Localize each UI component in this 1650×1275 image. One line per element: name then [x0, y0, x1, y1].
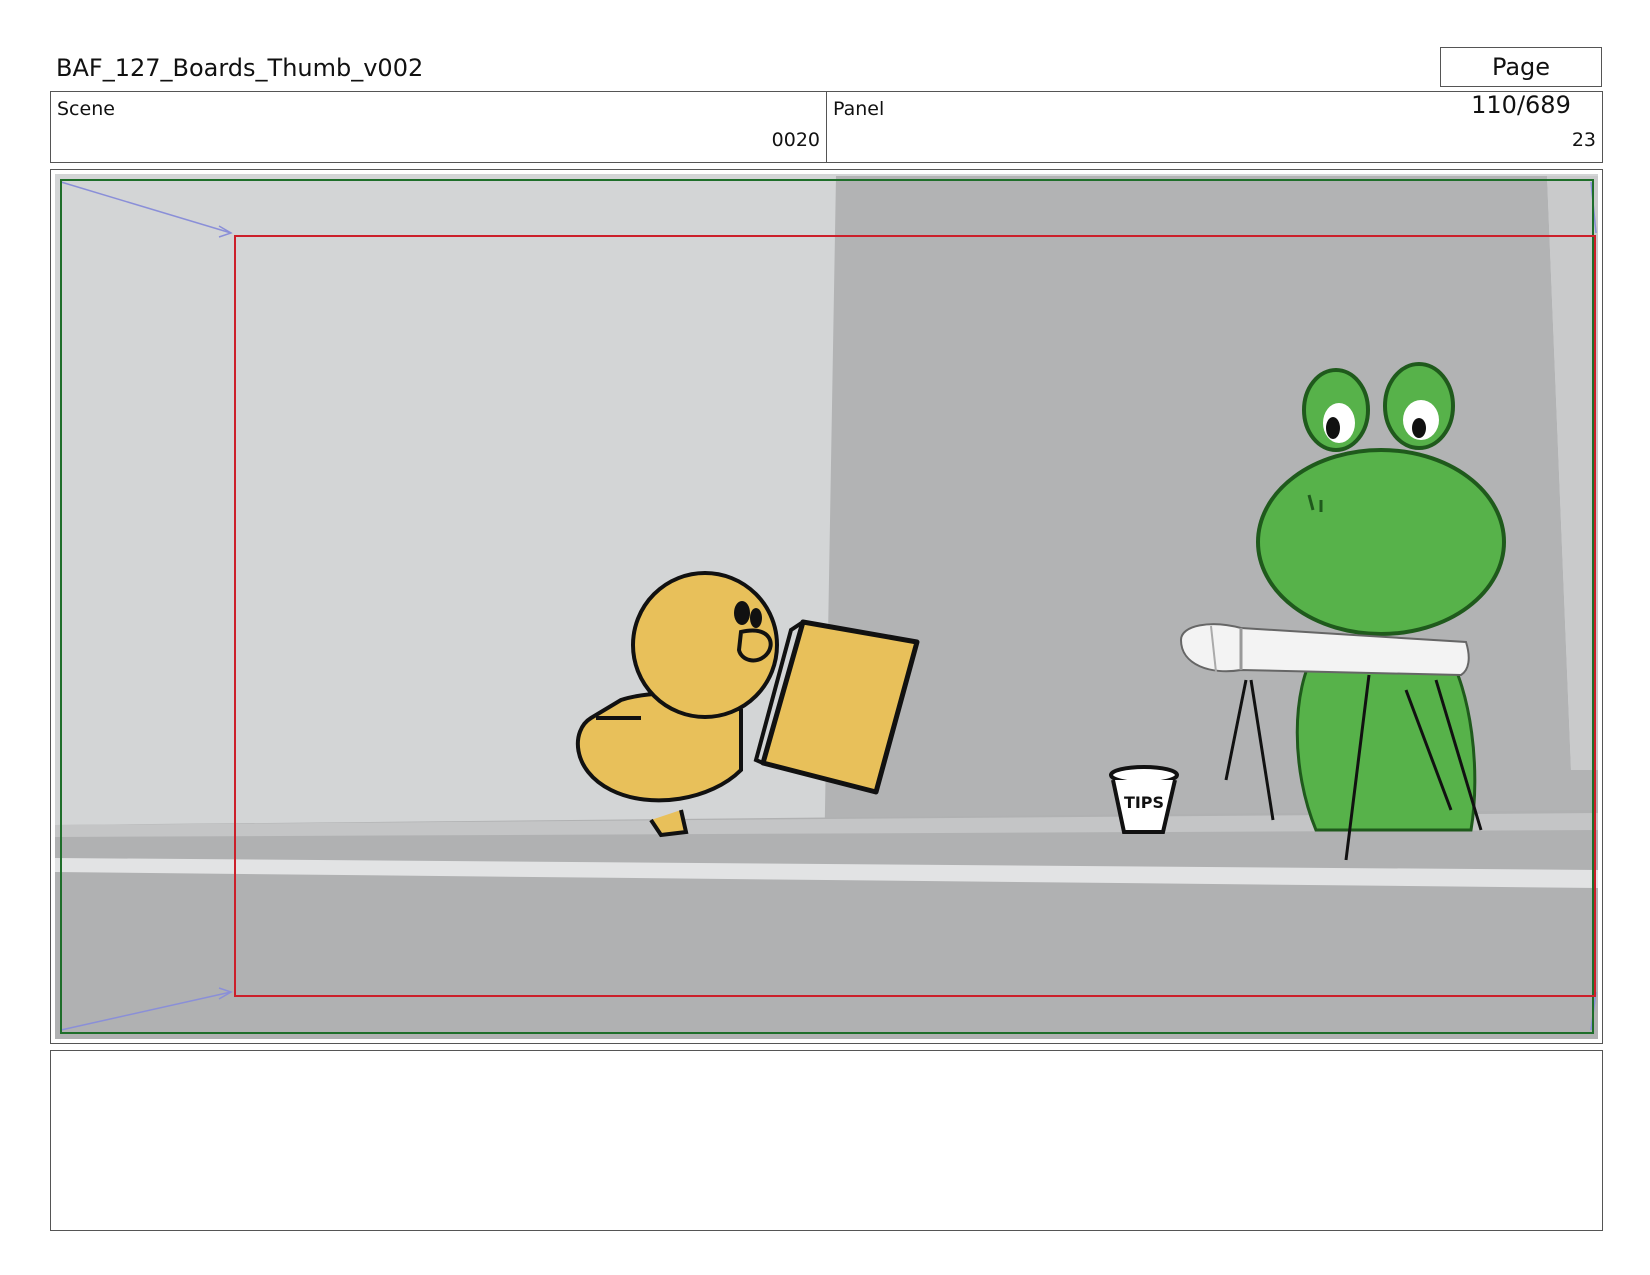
page-indicator: Page 110/689: [1440, 47, 1602, 119]
floor: [55, 810, 1598, 1039]
panel-label: Panel: [833, 98, 885, 120]
panel-notes-box[interactable]: [50, 1050, 1603, 1231]
panel-cell: Panel 23: [826, 92, 1602, 162]
tips-cup: TIPS: [1109, 765, 1179, 834]
document-title: BAF_127_Boards_Thumb_v002: [56, 54, 424, 82]
storyboard-panel: TIPS: [50, 169, 1603, 1044]
scene-cell: Scene 0020: [51, 92, 826, 162]
panel-number: 23: [1571, 129, 1596, 151]
scene-number: 0020: [771, 129, 820, 151]
scene-label: Scene: [57, 98, 115, 120]
scene-panel-info-row: Scene 0020 Panel 23: [50, 91, 1603, 163]
tips-cup-label: TIPS: [1124, 793, 1164, 812]
storyboard-drawing: TIPS: [55, 174, 1598, 1039]
